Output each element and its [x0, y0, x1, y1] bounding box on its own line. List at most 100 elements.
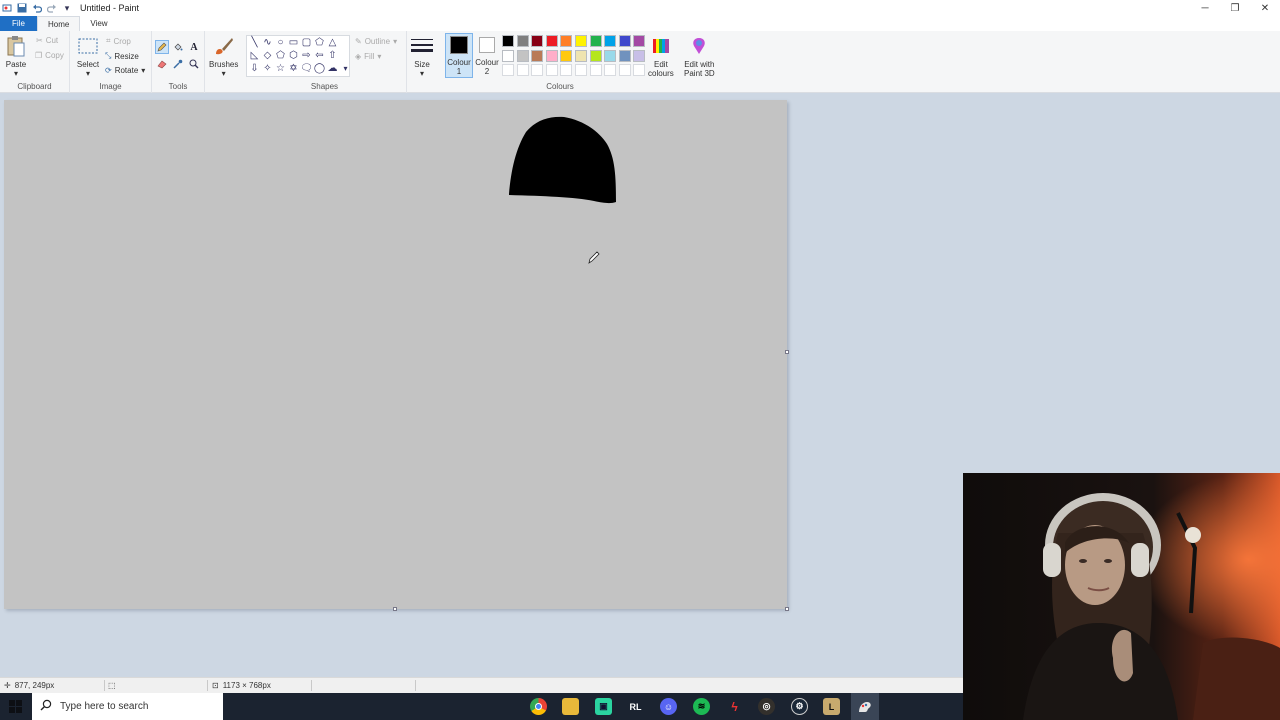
colour-swatch[interactable] [502, 49, 514, 62]
colour-swatch[interactable] [575, 35, 587, 47]
down-arrow-shape-icon[interactable]: ⇩ [249, 63, 260, 74]
tab-file[interactable]: File [0, 16, 37, 31]
callout-oval-shape-icon[interactable]: ◯ [314, 63, 325, 74]
discord-icon[interactable]: ☺ [660, 698, 677, 715]
right-triangle-shape-icon[interactable]: ◺ [249, 50, 260, 61]
copy-button[interactable]: ❐ Copy [35, 51, 64, 60]
eraser-icon[interactable] [155, 57, 169, 71]
colour2-button[interactable]: Colour 2 [474, 34, 500, 76]
right-arrow-shape-icon[interactable]: ⇨ [301, 50, 312, 61]
colour-swatch[interactable] [560, 49, 573, 62]
resize-button[interactable]: ⤡ Resize [105, 51, 139, 61]
colour-swatch[interactable] [575, 49, 587, 62]
rocket-league-icon[interactable]: RL [627, 698, 644, 715]
streamlabs-icon[interactable]: ▣ [595, 698, 612, 715]
polygon-shape-icon[interactable]: ⬠ [314, 37, 325, 48]
resize-handle-bottom[interactable] [393, 607, 397, 611]
paste-button[interactable]: Paste ▾ [4, 34, 28, 78]
steam-icon[interactable]: ⚙ [791, 698, 808, 715]
resize-handle-corner[interactable] [785, 607, 789, 611]
custom-colour-slot[interactable] [604, 64, 617, 77]
lightning-app-icon[interactable]: ϟ [726, 698, 743, 715]
colour-swatch[interactable] [589, 35, 602, 47]
spotify-icon[interactable]: ≋ [693, 698, 710, 715]
crop-button[interactable]: ⌗ Crop [106, 36, 131, 46]
brushes-button[interactable]: Brushes ▾ [209, 34, 238, 78]
colour-swatch[interactable] [633, 49, 646, 62]
pentagon-shape-icon[interactable]: ⬠ [275, 50, 286, 61]
shapes-more-icon[interactable]: ▾ [340, 63, 351, 74]
size-button[interactable]: Size ▾ [410, 34, 434, 78]
colour-swatch[interactable] [604, 49, 617, 62]
taskbar-search[interactable]: Type here to search [32, 693, 223, 720]
colour-swatch[interactable] [516, 49, 529, 62]
colour-swatch[interactable] [516, 35, 529, 47]
left-arrow-shape-icon[interactable]: ⇦ [314, 50, 325, 61]
hexagon-shape-icon[interactable]: ⬡ [288, 50, 299, 61]
obs-icon[interactable]: ◎ [758, 698, 775, 715]
paint-app-icon[interactable] [2, 3, 12, 13]
league-icon[interactable]: L [823, 698, 840, 715]
custom-colour-slot[interactable] [516, 64, 529, 77]
edit-with-paint3d-button[interactable]: Edit with Paint 3D [684, 34, 715, 78]
custom-colour-slot[interactable] [502, 64, 514, 77]
chrome-icon[interactable] [530, 698, 547, 715]
close-icon[interactable]: ✕ [1250, 0, 1280, 16]
outline-button[interactable]: ✎ Outline ▾ [355, 37, 397, 46]
tab-view[interactable]: View [80, 16, 117, 31]
redo-icon[interactable] [47, 3, 57, 13]
colour1-button[interactable]: Colour 1 [445, 33, 473, 78]
tab-home[interactable]: Home [37, 16, 81, 31]
colour-swatch[interactable] [531, 35, 544, 47]
resize-handle-right[interactable] [785, 350, 789, 354]
undo-icon[interactable] [32, 3, 42, 13]
minimize-icon[interactable]: ─ [1190, 0, 1220, 16]
custom-colour-slot[interactable] [633, 64, 646, 77]
custom-colour-slot[interactable] [589, 64, 602, 77]
four-point-star-shape-icon[interactable]: ✧ [262, 63, 273, 74]
text-icon[interactable]: A [187, 40, 201, 54]
custom-colour-slot[interactable] [531, 64, 544, 77]
colour-swatch[interactable] [531, 49, 544, 62]
fill-button[interactable]: ◈ Fill ▾ [355, 52, 381, 61]
customize-qat-icon[interactable]: ▾ [62, 3, 72, 13]
colour-swatch[interactable] [618, 35, 631, 47]
colour-swatch[interactable] [545, 35, 558, 47]
five-point-star-shape-icon[interactable]: ☆ [275, 63, 286, 74]
six-point-star-shape-icon[interactable]: ✡ [288, 63, 299, 74]
cut-button[interactable]: ✂ Cut [36, 36, 58, 45]
file-explorer-icon[interactable] [562, 698, 579, 715]
color-picker-icon[interactable] [171, 57, 185, 71]
drawing-canvas[interactable] [4, 100, 787, 609]
rotate-button[interactable]: ⟳ Rotate ▾ [105, 66, 145, 75]
colour-swatch[interactable] [560, 35, 573, 47]
colour-swatch[interactable] [502, 35, 514, 47]
custom-colour-slot[interactable] [545, 64, 558, 77]
colour-swatch[interactable] [618, 49, 631, 62]
custom-colour-slot[interactable] [575, 64, 587, 77]
callout-rect-shape-icon[interactable]: 🗨 [300, 63, 313, 74]
paint-icon[interactable] [851, 693, 879, 720]
select-button[interactable]: Select ▾ [76, 34, 100, 78]
fill-icon[interactable] [171, 40, 185, 54]
diamond-shape-icon[interactable]: ◇ [262, 50, 273, 61]
up-arrow-shape-icon[interactable]: ⇧ [327, 50, 338, 61]
cloud-shape-icon[interactable]: ☁ [327, 63, 338, 74]
restore-icon[interactable]: ❐ [1220, 0, 1250, 16]
custom-colour-slot[interactable] [560, 64, 573, 77]
pencil-icon[interactable] [155, 40, 169, 54]
line-shape-icon[interactable]: ╲ [249, 37, 260, 48]
triangle-shape-icon[interactable]: △ [327, 37, 338, 48]
colour-swatch[interactable] [589, 49, 602, 62]
curve-shape-icon[interactable]: ∿ [262, 37, 273, 48]
colour-swatch[interactable] [545, 49, 558, 62]
colour-swatch[interactable] [604, 35, 617, 47]
rounded-rectangle-shape-icon[interactable]: ▢ [301, 37, 312, 48]
edit-colours-button[interactable]: Edit colours [648, 34, 674, 78]
rectangle-shape-icon[interactable]: ▭ [288, 37, 299, 48]
colour-swatch[interactable] [633, 35, 646, 47]
oval-shape-icon[interactable]: ○ [275, 37, 286, 48]
start-button[interactable] [0, 693, 32, 720]
save-icon[interactable] [17, 3, 27, 13]
magnifier-icon[interactable] [187, 57, 201, 71]
